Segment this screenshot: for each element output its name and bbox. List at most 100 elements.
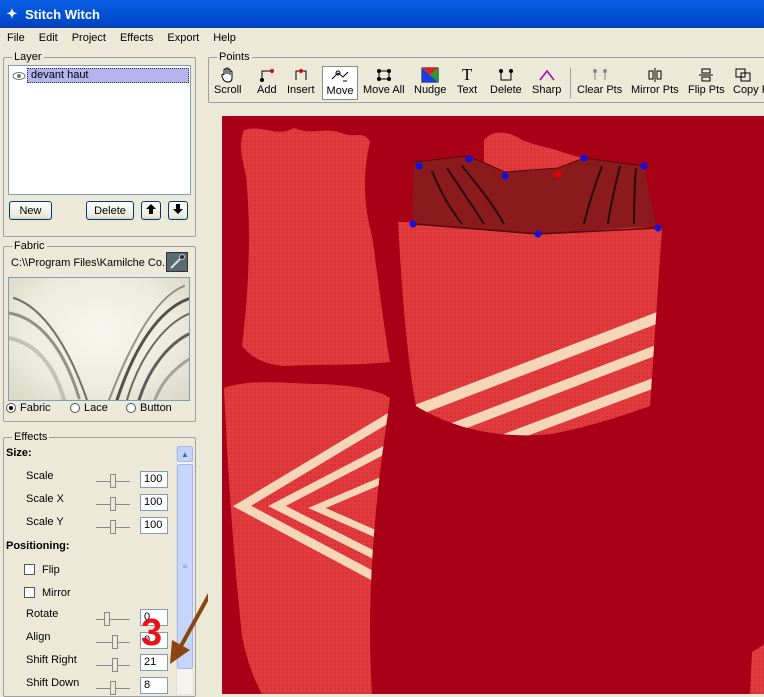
- delete-layer-button[interactable]: Delete: [86, 201, 134, 220]
- radio-button-circle[interactable]: [126, 403, 136, 413]
- tool-scroll[interactable]: Scroll: [214, 66, 242, 100]
- control-point[interactable]: [465, 155, 473, 163]
- fabric-path: C:\\Program Files\Kamilche Co...ng: [11, 257, 171, 269]
- selected-control-point[interactable]: [554, 170, 562, 178]
- menu-project[interactable]: Project: [65, 32, 113, 44]
- tool-move[interactable]: Move: [322, 66, 358, 100]
- control-point[interactable]: [580, 154, 588, 162]
- eye-icon[interactable]: [11, 70, 27, 82]
- rotate-label: Rotate: [26, 608, 59, 620]
- tool-insert-label: Insert: [287, 84, 315, 96]
- scale-slider[interactable]: [96, 474, 130, 488]
- new-layer-button[interactable]: New: [9, 201, 52, 220]
- tool-mirror-pts[interactable]: Mirror Pts: [631, 66, 679, 100]
- tool-mirror-pts-label: Mirror Pts: [631, 84, 679, 96]
- scroll-up-arrow-icon[interactable]: ▲: [177, 446, 193, 462]
- scaley-input[interactable]: 100: [140, 517, 168, 534]
- mirror-label: Mirror: [42, 587, 71, 599]
- menu-edit[interactable]: Edit: [32, 32, 65, 44]
- control-point[interactable]: [501, 172, 509, 180]
- tool-text[interactable]: T Text: [457, 65, 477, 100]
- control-point[interactable]: [415, 162, 423, 170]
- menu-export[interactable]: Export: [160, 32, 206, 44]
- fabric-preview: [8, 277, 190, 401]
- move-point-icon: [330, 67, 350, 85]
- tool-nudge[interactable]: Nudge: [414, 66, 446, 100]
- wand-icon: [170, 254, 185, 269]
- scale-input[interactable]: 100: [140, 471, 168, 488]
- tool-insert[interactable]: Insert: [287, 66, 315, 100]
- layer-list[interactable]: devant haut: [8, 65, 191, 195]
- app-icon: ✦: [6, 6, 18, 21]
- title-bar: ✦ Stitch Witch: [0, 0, 764, 28]
- mirror-points-icon: [647, 66, 663, 84]
- scalex-slider[interactable]: [96, 497, 130, 511]
- tool-copy-pts[interactable]: Copy Pts: [733, 66, 764, 100]
- fabric-piece-bodice: [398, 222, 662, 436]
- tool-flip-pts-label: Flip Pts: [688, 84, 725, 96]
- tool-sharp[interactable]: Sharp: [532, 66, 561, 100]
- layer-row[interactable]: devant haut: [11, 68, 189, 83]
- move-layer-up-button[interactable]: [141, 201, 161, 220]
- slider-thumb[interactable]: [110, 474, 116, 488]
- pick-fabric-button[interactable]: [166, 252, 188, 272]
- tool-move-all-label: Move All: [363, 84, 405, 96]
- text-icon: T: [461, 65, 473, 84]
- menu-file[interactable]: File: [0, 32, 32, 44]
- copy-points-icon: [733, 66, 753, 84]
- tool-move-all[interactable]: Move All: [363, 66, 405, 100]
- slider-thumb[interactable]: [110, 497, 116, 511]
- tool-flip-pts[interactable]: Flip Pts: [688, 66, 725, 100]
- scalex-label: Scale X: [26, 493, 64, 505]
- move-layer-down-button[interactable]: [168, 201, 188, 220]
- shift-down-label: Shift Down: [26, 677, 80, 689]
- scalex-input[interactable]: 100: [140, 494, 168, 511]
- control-point[interactable]: [654, 224, 662, 232]
- radio-lace[interactable]: Lace: [70, 402, 108, 414]
- slider-thumb[interactable]: [112, 635, 118, 649]
- scaley-label: Scale Y: [26, 516, 64, 528]
- clear-points-icon: [592, 66, 608, 84]
- slider-thumb[interactable]: [110, 520, 116, 534]
- slider-thumb[interactable]: [110, 681, 116, 695]
- radio-fabric[interactable]: Fabric: [6, 402, 51, 414]
- menu-bar: File Edit Project Effects Export Help: [0, 28, 764, 48]
- radio-button-label: Button: [140, 402, 172, 414]
- annotation-number: 3: [141, 612, 163, 654]
- right-panel: Points Scroll Add Insert Move Move All N…: [200, 48, 764, 694]
- radio-button[interactable]: Button: [126, 402, 172, 414]
- tool-delete-label: Delete: [490, 84, 522, 96]
- control-point[interactable]: [409, 220, 417, 228]
- flip-checkbox[interactable]: [24, 564, 35, 575]
- menu-help[interactable]: Help: [206, 32, 243, 44]
- layer-legend: Layer: [12, 51, 44, 63]
- control-point[interactable]: [534, 230, 542, 238]
- design-canvas[interactable]: [222, 116, 764, 694]
- canvas-gutter: [208, 106, 222, 694]
- tool-delete[interactable]: Delete: [490, 66, 522, 100]
- tool-clear-pts-label: Clear Pts: [577, 84, 623, 96]
- radio-lace-circle[interactable]: [70, 403, 80, 413]
- fabric-piece-sleeve: [240, 128, 390, 366]
- mirror-checkbox[interactable]: [24, 587, 35, 598]
- positioning-heading: Positioning:: [6, 540, 70, 552]
- shift-right-label: Shift Right: [26, 654, 77, 666]
- slider-thumb[interactable]: [112, 658, 118, 672]
- radio-fabric-circle[interactable]: [6, 403, 16, 413]
- tool-clear-pts[interactable]: Clear Pts: [577, 66, 622, 100]
- align-slider[interactable]: [96, 635, 130, 649]
- control-point[interactable]: [640, 162, 648, 170]
- left-panel: Layer devant haut New Delete Fabric C:\\…: [0, 48, 215, 697]
- slider-thumb[interactable]: [104, 612, 110, 626]
- fabric-legend: Fabric: [12, 240, 47, 252]
- shift-down-input[interactable]: 8: [140, 677, 168, 694]
- delete-point-icon: [498, 66, 514, 84]
- rotate-slider[interactable]: [96, 612, 130, 626]
- fabric-preview-image: [9, 285, 189, 400]
- tool-add[interactable]: Add: [257, 66, 277, 100]
- shift-down-slider[interactable]: [96, 681, 130, 695]
- shift-right-slider[interactable]: [96, 658, 130, 672]
- fabric-piece-partial: [750, 644, 764, 694]
- scaley-slider[interactable]: [96, 520, 130, 534]
- menu-effects[interactable]: Effects: [113, 32, 160, 44]
